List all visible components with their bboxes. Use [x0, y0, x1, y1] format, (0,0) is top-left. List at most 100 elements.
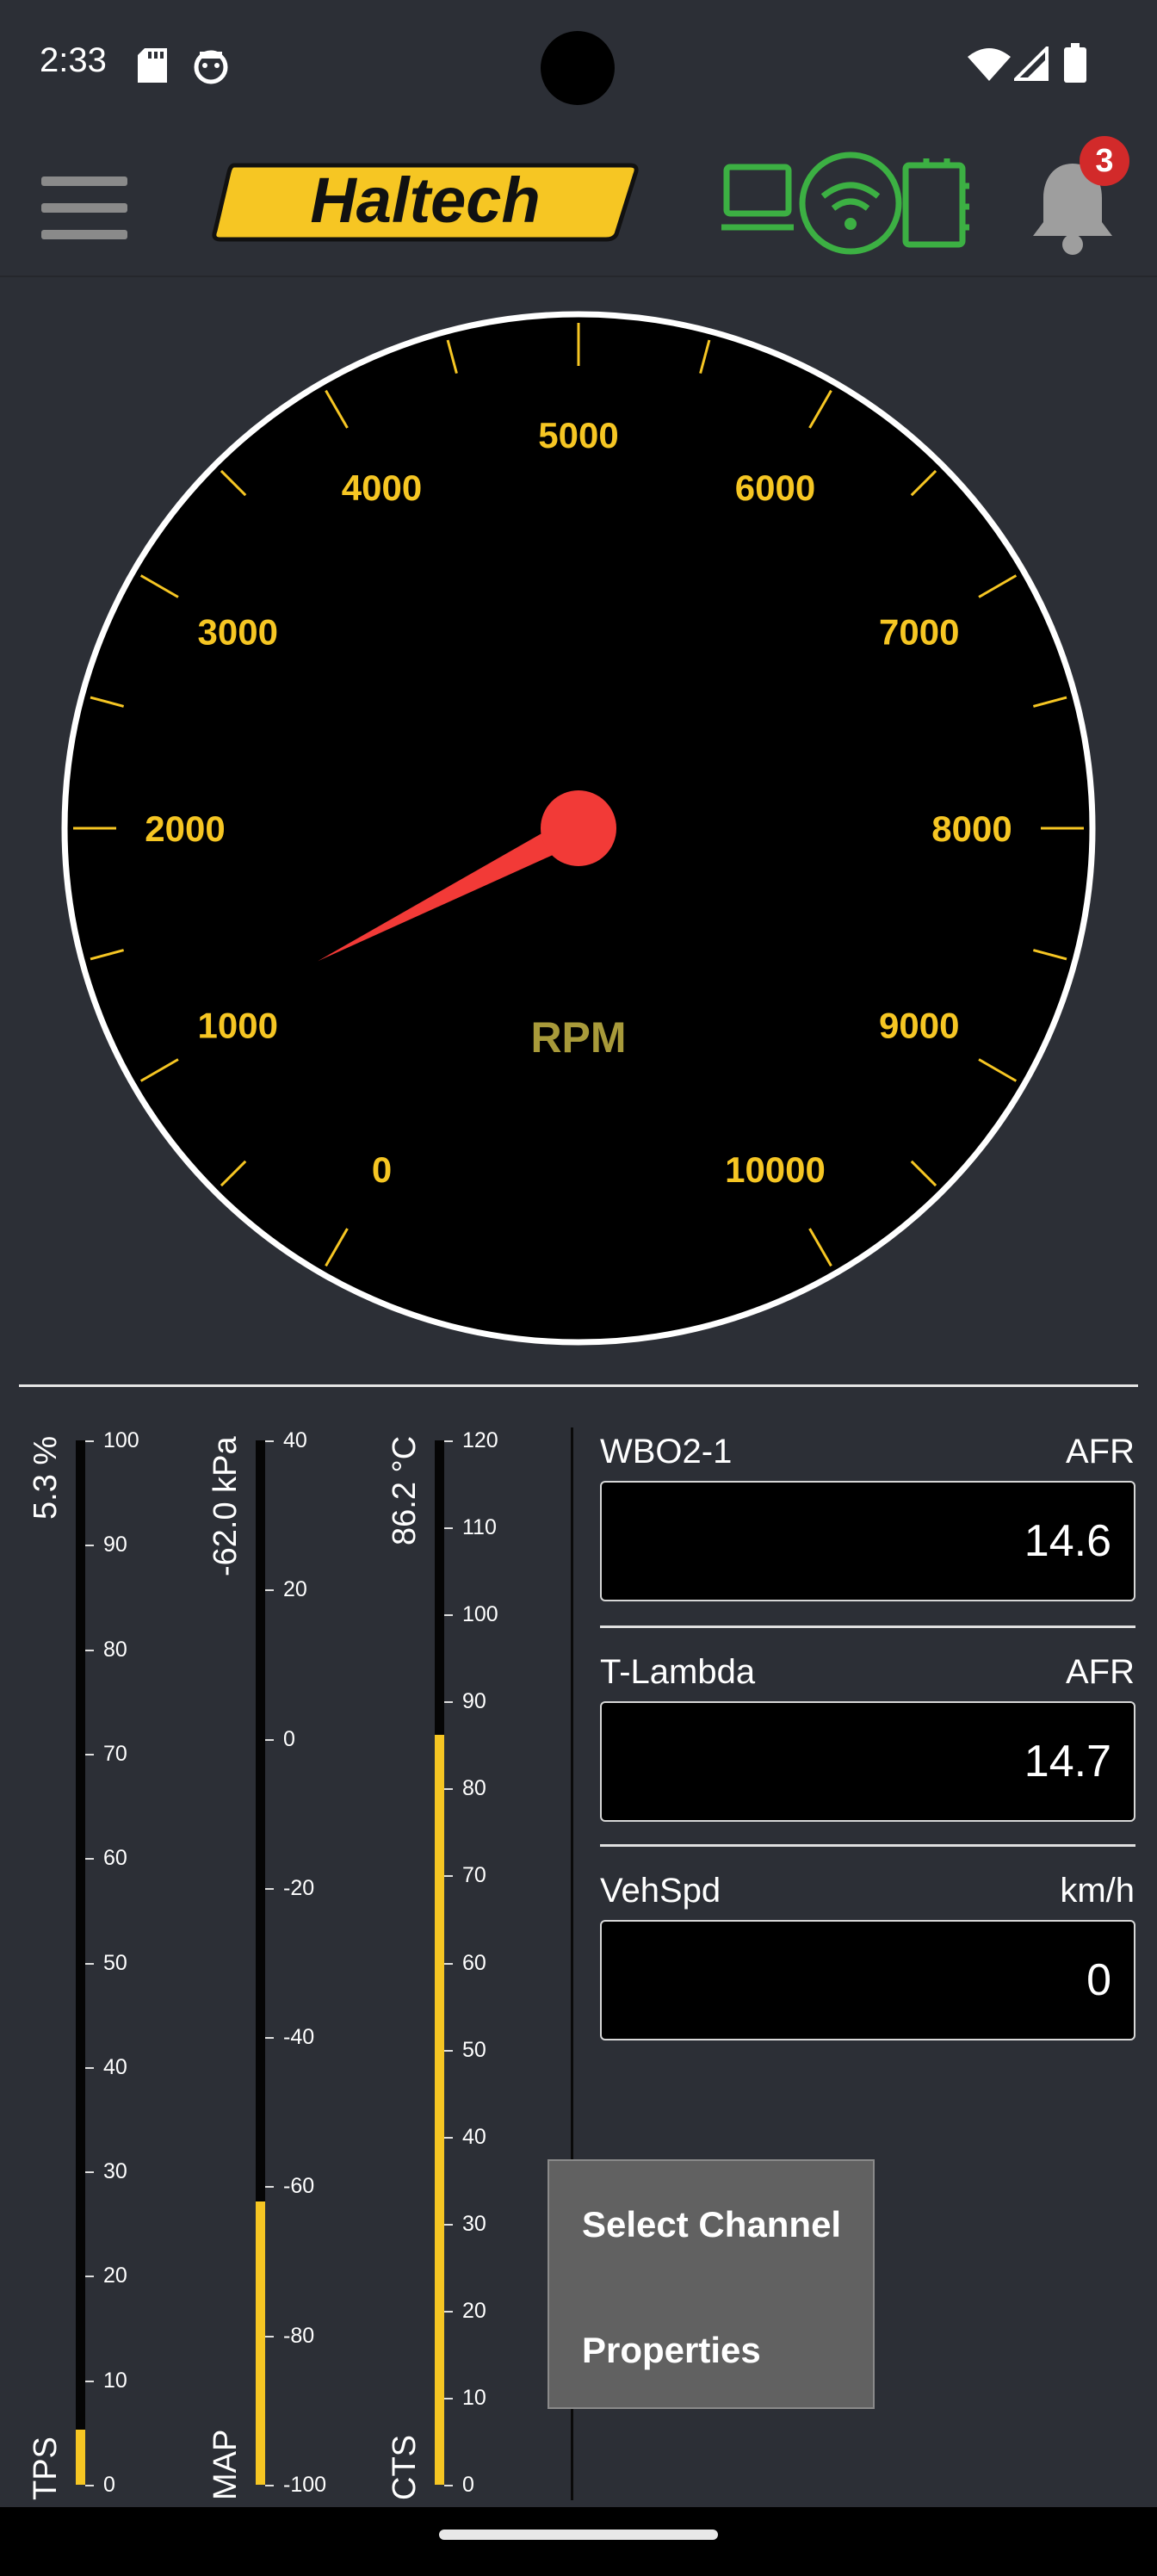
gauge-tick-label: 7000 — [879, 612, 959, 653]
bar-tick — [444, 2049, 453, 2052]
bar-tick-label: 80 — [103, 1637, 127, 1662]
bar-tick-label: -60 — [283, 2174, 315, 2199]
bar-tick — [265, 2335, 274, 2338]
bar-tick-label: 0 — [103, 2473, 115, 2497]
home-gesture-handle[interactable] — [439, 2530, 718, 2540]
gauge-tick-label: 8000 — [931, 808, 1012, 849]
gauge-tick-label: 9000 — [879, 1006, 959, 1046]
bar-tick — [444, 2136, 453, 2139]
context-menu: Select Channel Properties — [548, 2159, 875, 2409]
gauge-tick-label: 1000 — [198, 1006, 278, 1046]
bar-fill — [256, 2201, 265, 2485]
bar-tick-label: 120 — [462, 1428, 498, 1452]
navigation-bar — [0, 2507, 1157, 2576]
bar-tick — [265, 2186, 274, 2189]
bar-tick-label: 0 — [283, 1726, 295, 1751]
bar-tick — [85, 1649, 94, 1651]
status-bar: 2:33 — [0, 0, 1157, 129]
vehspd-value-box[interactable]: 0 — [600, 1920, 1135, 2040]
bar-tick — [265, 2037, 274, 2040]
bar-name: TPS — [28, 2437, 64, 2500]
bar-tick-label: -20 — [283, 1875, 315, 1900]
bar-tick-label: -100 — [283, 2473, 327, 2497]
bar-tick-label: 100 — [462, 1602, 498, 1627]
bar-tick — [85, 2485, 94, 2486]
bar-tick-label: -40 — [283, 2025, 315, 2050]
bar-tick — [444, 1440, 453, 1442]
haltech-logo: Haltech — [212, 163, 639, 242]
wbo2-value-box[interactable]: 14.6 — [600, 1481, 1135, 1601]
wifi-icon — [968, 48, 1011, 81]
bar-tick — [444, 1788, 453, 1791]
bar-reading: 5.3 % — [28, 1436, 64, 1520]
bar-tick — [265, 1887, 274, 1890]
bar-tick — [85, 1753, 94, 1756]
app-status-icon — [194, 50, 228, 84]
gauge-tick-label: 0 — [372, 1149, 392, 1190]
status-time: 2:33 — [40, 41, 107, 79]
cell-signal-icon — [1014, 46, 1049, 81]
rpm-gauge[interactable]: 0 1000 2000 3000 4000 5000 6000 7000 8000 9000 100… — [0, 276, 1157, 1378]
bar-name: CTS — [387, 2435, 423, 2500]
bar-tick — [444, 2397, 453, 2400]
bar-tick — [265, 1589, 274, 1592]
bar-tick-label: 30 — [462, 2211, 486, 2236]
battery-icon — [1064, 43, 1086, 83]
notification-badge: 3 — [1080, 136, 1129, 186]
vehspd-label: VehSpd — [600, 1872, 721, 1910]
gauge-unit-label: RPM — [530, 1013, 626, 1062]
bar-tick-label: 20 — [283, 1577, 307, 1602]
bar-tick — [85, 2276, 94, 2278]
ecu-connection-icon[interactable] — [721, 152, 969, 257]
bar-tick-label: 60 — [462, 1950, 486, 1975]
bar-tick — [444, 2310, 453, 2313]
bar-tick — [444, 1701, 453, 1704]
bar-tick-label: 50 — [462, 2037, 486, 2062]
bar-tick — [85, 2380, 94, 2382]
bar-tick-label: 50 — [103, 1950, 127, 1975]
bar-track — [76, 1440, 85, 2485]
bar-tick-label: 0 — [462, 2473, 474, 2497]
bar-reading: -62.0 kPa — [207, 1436, 244, 1576]
bar-tick-label: 10 — [103, 2368, 127, 2393]
gauge-tick-label: 3000 — [198, 612, 278, 653]
gauge-tick-label: 5000 — [538, 415, 618, 455]
bar-tick — [444, 1962, 453, 1965]
vehspd-value: 0 — [1086, 1955, 1111, 2005]
bar-tick-label: 70 — [462, 1863, 486, 1888]
bar-tick-label: 80 — [462, 1776, 486, 1801]
t-lambda-value: 14.7 — [1024, 1737, 1111, 1786]
bar-tick — [444, 2223, 453, 2226]
section-divider — [19, 1384, 1138, 1387]
bar-tick — [265, 1440, 274, 1442]
menu-icon[interactable] — [41, 176, 127, 257]
bar-tick-label: 90 — [462, 1689, 486, 1714]
vehspd-unit: km/h — [1060, 1872, 1135, 1910]
t-lambda-value-box[interactable]: 14.7 — [600, 1701, 1135, 1822]
bar-tick — [85, 1545, 94, 1547]
bar-tick — [265, 2485, 274, 2486]
gauge-tick-label: 4000 — [342, 468, 422, 508]
bar-tick-label: -80 — [283, 2323, 315, 2348]
panel-separator — [600, 1625, 1135, 1628]
front-camera — [541, 31, 615, 105]
bar-tick-label: 90 — [103, 1533, 127, 1557]
bar-reading: 86.2 °C — [387, 1436, 423, 1546]
menu-item-properties[interactable]: Properties — [582, 2330, 761, 2371]
sd-card-icon — [138, 48, 167, 83]
panel-separator — [600, 1844, 1135, 1847]
bar-tick — [444, 1875, 453, 1878]
bar-tick — [444, 1614, 453, 1617]
bar-tick-label: 20 — [103, 2263, 127, 2288]
t-lambda-label: T-Lambda — [600, 1653, 756, 1691]
bar-tick-label: 40 — [283, 1428, 307, 1452]
bar-tick — [85, 2171, 94, 2174]
brand-text: Haltech — [310, 164, 540, 236]
bar-tick-label: 30 — [103, 2159, 127, 2184]
bar-fill — [435, 1734, 444, 2485]
bar-tick — [444, 1527, 453, 1530]
menu-item-select-channel[interactable]: Select Channel — [582, 2204, 841, 2245]
gauge-tick-label: 2000 — [145, 808, 225, 849]
bar-tick-label: 40 — [462, 2124, 486, 2149]
bar-tick-label: 70 — [103, 1741, 127, 1766]
